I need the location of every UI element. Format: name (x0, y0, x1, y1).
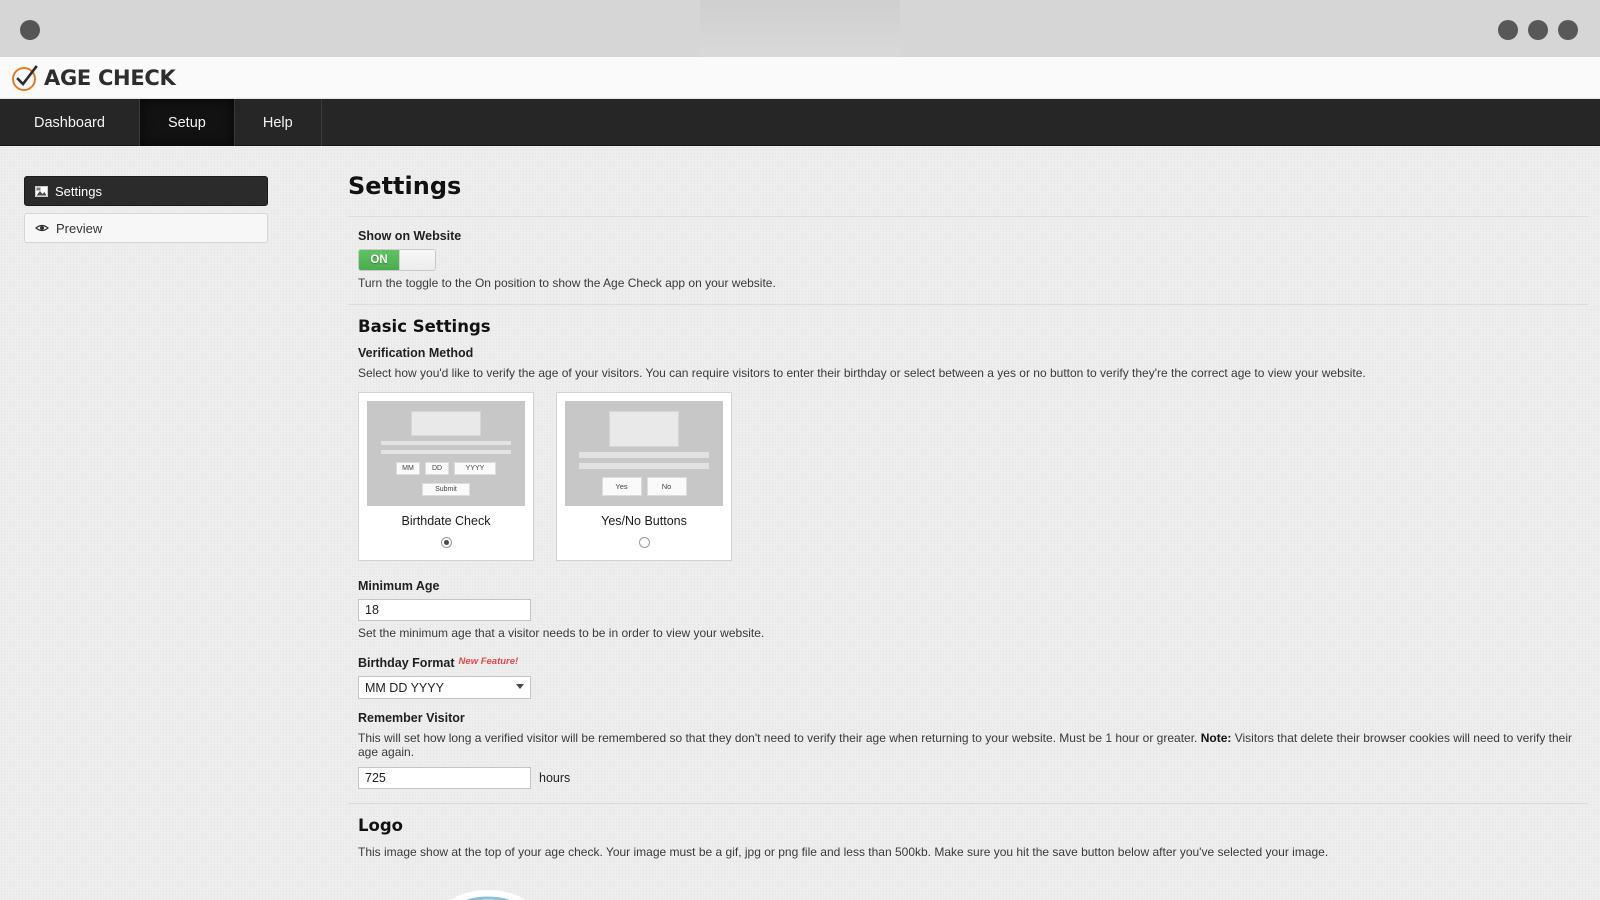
minimum-age-help: Set the minimum age that a visitor needs… (358, 626, 765, 640)
show-on-website-help: Turn the toggle to the On position to sh… (358, 276, 776, 290)
content-column: Settings Show on Website ON Turn the tog… (348, 172, 1588, 900)
minimum-age-input[interactable] (358, 599, 531, 621)
mock-text-line (579, 452, 709, 458)
minimize-dot-icon[interactable] (1498, 20, 1518, 40)
show-on-website-toggle[interactable]: ON (358, 249, 436, 271)
chevron-down-icon[interactable] (516, 684, 524, 689)
mock-logo-placeholder (609, 411, 679, 447)
sidebar-item-settings-label: Settings (55, 183, 102, 199)
verification-option-yesno-radio[interactable] (638, 537, 650, 548)
verification-option-yesno-label: Yes/No Buttons (601, 514, 687, 528)
remember-visitor-label: Remember Visitor (358, 711, 465, 725)
image-icon (35, 185, 48, 197)
remember-visitor-help: This will set how long a verified visito… (358, 731, 1588, 759)
eye-icon (35, 223, 49, 233)
verification-option-birthdate-check[interactable]: MM DD YYYY Submit Birthdate Check (358, 392, 534, 561)
nav-filler (322, 99, 1600, 146)
remember-visitor-help-before: This will set how long a verified visito… (358, 731, 1201, 745)
check-circle-icon (10, 63, 40, 93)
page-body: Settings Preview Settings Show on Websit… (0, 146, 1600, 900)
nav-tab-setup[interactable]: Setup (139, 99, 235, 146)
toggle-knob[interactable] (399, 250, 435, 270)
mock-logo-placeholder (411, 411, 481, 436)
remember-visitor-input[interactable] (358, 767, 531, 789)
mock-text-line (381, 449, 511, 454)
birthday-format-label: Birthday Format (358, 656, 455, 670)
verification-method-label: Verification Method (358, 346, 474, 360)
mock-field-dd: DD (425, 462, 449, 475)
nav-tab-help[interactable]: Help (235, 99, 322, 146)
mock-button-yes: Yes (601, 477, 642, 496)
basic-settings-panel: Basic Settings Verification Method Selec… (348, 304, 1588, 803)
show-on-website-panel: Show on Website ON Turn the toggle to th… (348, 216, 1588, 304)
basic-settings-heading: Basic Settings (358, 317, 491, 336)
toggle-on-label: ON (359, 250, 399, 270)
logo-panel: Logo This image show at the top of your … (348, 803, 1588, 900)
birthday-format-group: Birthday Format New Feature! MM DD YYYY (358, 656, 1588, 699)
verification-method-options: MM DD YYYY Submit Birthdate Check Yes No… (358, 392, 1588, 561)
page-title: Settings (348, 172, 462, 200)
mock-button-no: No (646, 477, 687, 496)
app-header: AGE CHECK (0, 57, 1600, 99)
mock-field-yyyy: YYYY (454, 462, 496, 475)
remember-visitor-input-row: hours (358, 767, 1588, 789)
sidebar-item-preview[interactable]: Preview (24, 213, 268, 243)
verification-option-yesno-buttons[interactable]: Yes No Yes/No Buttons (556, 392, 732, 561)
mock-date-fields: MM DD YYYY (396, 462, 496, 475)
sidebar-item-settings[interactable]: Settings (24, 176, 268, 206)
mock-field-mm: MM (396, 462, 420, 475)
os-app-dot-icon[interactable] (20, 20, 40, 40)
os-window-bar (0, 0, 1600, 57)
sidebar-item-preview-label: Preview (56, 220, 103, 236)
birthdate-mock-preview: MM DD YYYY Submit (367, 401, 525, 506)
yesno-mock-preview: Yes No (565, 401, 723, 506)
brand-name: AGE CHECK (44, 65, 176, 90)
remember-visitor-unit: hours (539, 771, 571, 785)
birthday-format-select[interactable]: MM DD YYYY (358, 676, 531, 699)
mock-yesno-buttons: Yes No (601, 477, 687, 496)
birthday-format-select-wrap: MM DD YYYY (358, 676, 531, 699)
logo-preview-image[interactable] (398, 873, 1588, 900)
brand-logo[interactable]: AGE CHECK (0, 63, 176, 93)
mock-submit-button: Submit (422, 483, 470, 496)
verification-option-birthdate-radio[interactable] (440, 537, 452, 548)
sidebar: Settings Preview (24, 176, 268, 250)
nav-tab-dashboard[interactable]: Dashboard (0, 99, 140, 146)
remember-visitor-group: Remember Visitor This will set how long … (358, 711, 1588, 789)
maximize-dot-icon[interactable] (1528, 20, 1548, 40)
birthday-format-label-row: Birthday Format New Feature! (358, 656, 1588, 670)
minimum-age-group: Minimum Age Set the minimum age that a v… (358, 579, 1588, 640)
main-nav: Dashboard Setup Help (0, 99, 1600, 146)
remember-visitor-note-label: Note: (1200, 731, 1232, 745)
logo-heading: Logo (358, 816, 403, 835)
verification-option-birthdate-label: Birthdate Check (401, 514, 491, 528)
show-on-website-label: Show on Website (358, 229, 462, 243)
new-feature-badge: New Feature! (458, 656, 519, 667)
close-dot-icon[interactable] (1558, 20, 1578, 40)
mock-text-line (381, 440, 511, 445)
verification-method-help: Select how you'd like to verify the age … (358, 366, 1366, 380)
os-window-center-tab (700, 0, 900, 57)
logo-help: This image show at the top of your age c… (358, 845, 1329, 859)
mock-text-line (579, 463, 709, 469)
minimum-age-label: Minimum Age (358, 579, 440, 593)
